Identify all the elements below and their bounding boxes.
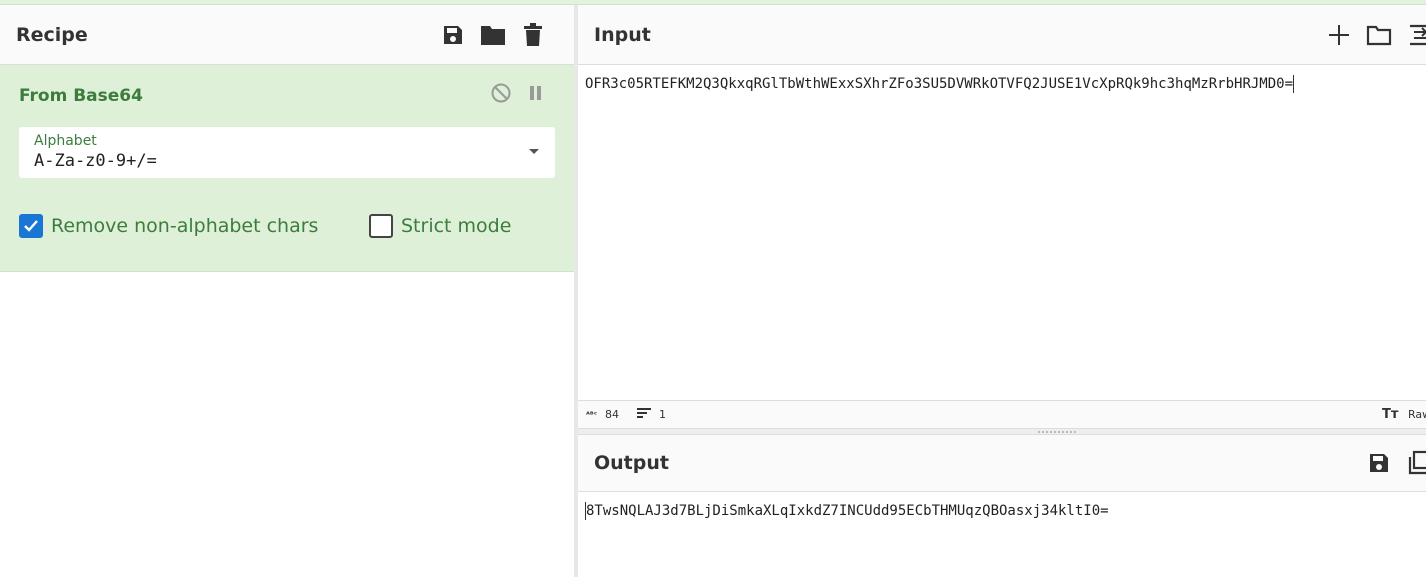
abc-icon: ᴬᴮᶜ — [586, 410, 598, 419]
lines-icon — [637, 408, 652, 421]
strict-mode-label: Strict mode — [401, 215, 512, 237]
alphabet-label: Alphabet — [34, 133, 97, 149]
chevron-down-icon — [529, 149, 539, 154]
trash-icon[interactable] — [520, 22, 546, 48]
output-title: Output — [594, 452, 669, 474]
save-output-icon[interactable] — [1366, 450, 1392, 476]
alphabet-select[interactable]: Alphabet A-Za-z0-9+/= — [19, 127, 555, 178]
output-textarea[interactable]: 8TwsNQLAJ3d7BLjDiSmkaXLqIxkdZ7INCUdd95EC… — [578, 492, 1426, 572]
from-base64-operation[interactable]: From Base64 Alphabet A-Za-z0-9+/= Remove… — [0, 65, 574, 272]
pause-icon[interactable] — [529, 85, 543, 105]
format-label[interactable]: Raw — [1408, 408, 1426, 421]
text-cursor — [1293, 75, 1295, 93]
io-splitter[interactable] — [578, 428, 1426, 435]
recipe-panel: Recipe From Base64 Alphabet A-Za-z0-9+/=… — [0, 5, 574, 577]
output-text: 8TwsNQLAJ3d7BLjDiSmkaXLqIxkdZ7INCUdd95EC… — [586, 503, 1109, 519]
input-text: OFR3c05RTEFKM2Q3QkxqRGlTbWthWExxSXhrZFo3… — [585, 76, 1294, 92]
recipe-header: Recipe — [0, 5, 574, 65]
input-title: Input — [594, 23, 651, 46]
output-header: Output — [578, 435, 1426, 492]
char-count: 84 — [605, 408, 620, 421]
alphabet-value: A-Za-z0-9+/= — [34, 151, 157, 171]
input-status-bar: ᴬᴮᶜ 84 1 Tт Raw — [578, 400, 1426, 428]
import-icon[interactable] — [1406, 22, 1426, 48]
operation-title: From Base64 — [19, 86, 143, 106]
disable-icon[interactable] — [490, 82, 512, 108]
checkbox-checked-icon[interactable] — [19, 214, 43, 238]
remove-nonalphabet-checkbox[interactable]: Remove non-alphabet chars — [19, 214, 318, 238]
input-header: Input — [578, 5, 1426, 65]
copy-icon[interactable] — [1406, 450, 1426, 476]
plus-icon[interactable] — [1326, 22, 1352, 48]
folder-icon[interactable] — [480, 22, 506, 48]
recipe-title: Recipe — [16, 23, 88, 46]
io-panel: Input OFR3c05RTEFKM2Q3QkxqRGlTbWthWExxSX… — [578, 5, 1426, 577]
font-size-icon[interactable]: Tт — [1382, 407, 1398, 422]
remove-nonalphabet-label: Remove non-alphabet chars — [51, 215, 319, 237]
line-count: 1 — [659, 408, 667, 421]
strict-mode-checkbox[interactable]: Strict mode — [369, 214, 511, 238]
save-icon[interactable] — [440, 22, 466, 48]
checkbox-unchecked-icon[interactable] — [369, 214, 393, 238]
input-textarea[interactable]: OFR3c05RTEFKM2Q3QkxqRGlTbWthWExxSXhrZFo3… — [578, 65, 1426, 400]
open-folder-icon[interactable] — [1366, 22, 1392, 48]
